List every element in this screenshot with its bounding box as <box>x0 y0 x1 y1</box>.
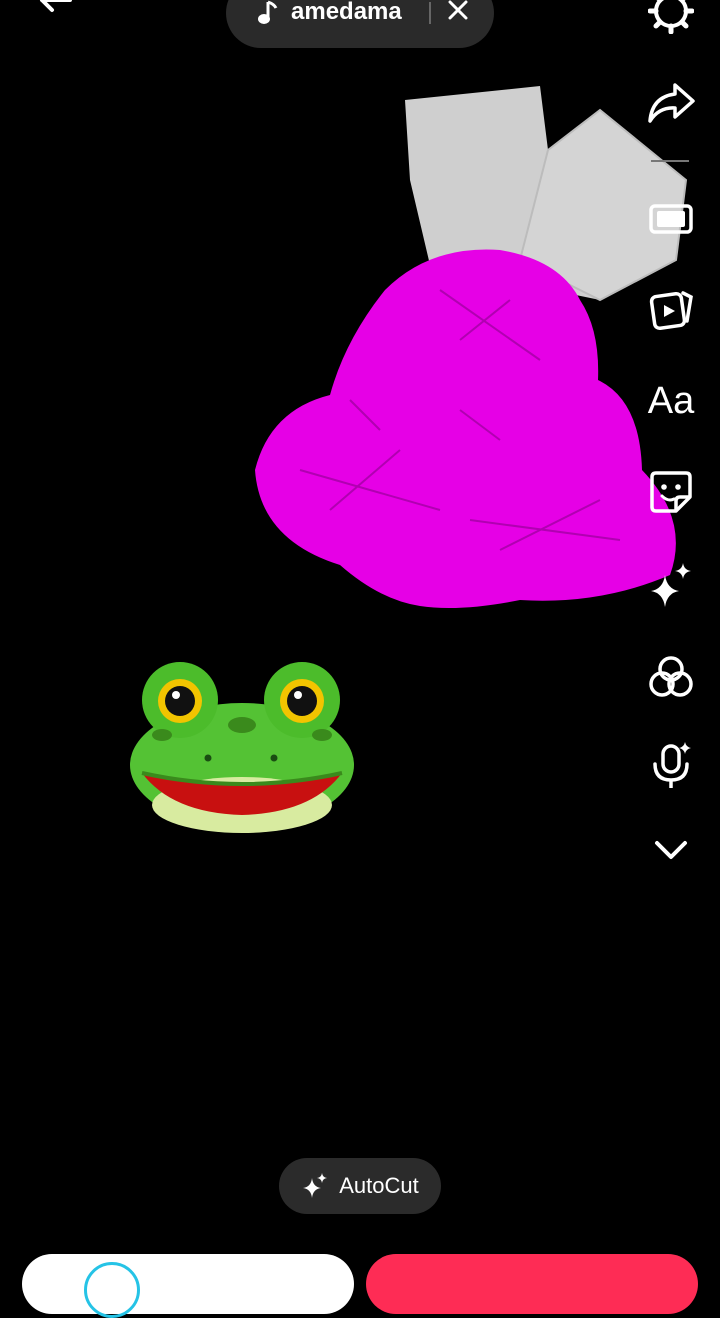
voice-effects-icon[interactable] <box>646 740 696 790</box>
autocut-button[interactable]: AutoCut <box>279 1158 441 1214</box>
your-story-button[interactable] <box>22 1254 354 1314</box>
sparkle-icon <box>303 1173 328 1198</box>
next-button[interactable] <box>366 1254 698 1314</box>
templates-icon[interactable] <box>646 284 696 334</box>
share-icon[interactable] <box>646 78 696 128</box>
back-arrow-icon[interactable] <box>30 0 80 30</box>
text-tool-label: Aa <box>647 380 695 422</box>
music-divider <box>429 2 431 24</box>
drawing-sticker[interactable] <box>0 0 720 1230</box>
music-note-icon <box>258 0 278 24</box>
chevron-down-icon[interactable] <box>646 824 696 874</box>
music-title[interactable]: amedama <box>291 0 402 28</box>
text-icon[interactable]: Aa <box>646 376 696 426</box>
sticker-icon[interactable] <box>646 467 696 517</box>
autocut-label: AutoCut <box>339 1173 419 1198</box>
effects-icon[interactable] <box>646 560 696 610</box>
settings-icon[interactable] <box>646 0 696 36</box>
frog-sticker[interactable] <box>122 655 362 835</box>
close-icon[interactable] <box>446 0 470 24</box>
aspect-ratio-icon[interactable] <box>646 194 696 244</box>
rail-separator <box>651 160 689 162</box>
video-canvas <box>0 0 720 1230</box>
filters-icon[interactable] <box>646 652 696 702</box>
story-avatar-icon <box>84 1262 140 1318</box>
